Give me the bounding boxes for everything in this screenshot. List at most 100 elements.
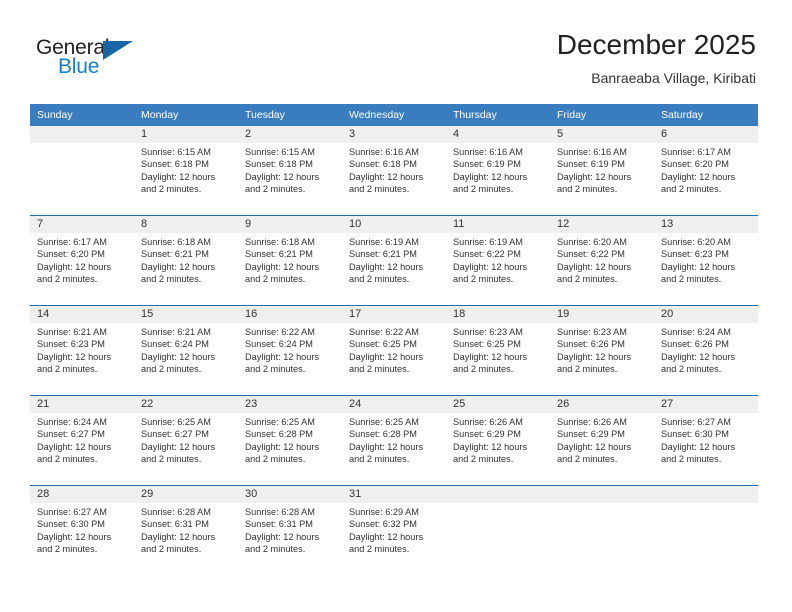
day-events: Sunrise: 6:16 AM Sunset: 6:19 PM Daylight:… [550,143,654,196]
calendar-day-cell[interactable]: 5 Sunrise: 6:16 AM Sunset: 6:19 PM Daylight… [550,126,654,216]
calendar-day-cell[interactable]: 10 Sunrise: 6:19 AM Sunset: 6:21 PM Dayligh… [342,215,446,306]
calendar-day-cell[interactable]: 21 Sunrise: 6:24 AM Sunset: 6:27 PM Dayligh… [30,395,134,486]
calendar-day-cell[interactable]: 2 Sunrise: 6:15 AM Sunset: 6:18 PM Daylight… [238,126,342,216]
sunrise-text: Sunrise: 6:19 AM [453,237,523,247]
calendar-day-cell[interactable]: 11 Sunrise: 6:19 AM Sunset: 6:22 PM Dayligh… [446,215,550,306]
sunset-text: Sunset: 6:18 PM [141,159,209,170]
calendar-day-cell[interactable]: 13 Sunrise: 6:20 AM Sunset: 6:23 PM Dayligh… [654,215,758,306]
day-events: Sunrise: 6:20 AM Sunset: 6:22 PM Daylight:… [550,233,654,286]
calendar-day-cell[interactable]: 9 Sunrise: 6:18 AM Sunset: 6:21 PM Daylight… [238,215,342,306]
calendar-day-cell[interactable]: 26 Sunrise: 6:26 AM Sunset: 6:29 PM Dayligh… [550,395,654,486]
day-cell-inner: 13 Sunrise: 6:20 AM Sunset: 6:23 PM Dayligh… [654,216,758,305]
calendar-day-cell[interactable]: 17 Sunrise: 6:22 AM Sunset: 6:25 PM Dayligh… [342,305,446,396]
daylight-text-line1: Daylight: 12 hours [349,531,424,542]
day-number [654,486,758,503]
calendar-day-cell[interactable]: 8 Sunrise: 6:18 AM Sunset: 6:21 PM Daylight… [134,215,238,306]
calendar-day-cell[interactable]: 27 Sunrise: 6:27 AM Sunset: 6:30 PM Dayligh… [654,395,758,486]
page-subtitle: Banraeaba Village, Kiribati [591,70,756,86]
sunrise-text: Sunrise: 6:20 AM [661,237,731,247]
sunset-text: Sunset: 6:25 PM [349,339,417,350]
calendar-day-cell[interactable]: 18 Sunrise: 6:23 AM Sunset: 6:25 PM Dayligh… [446,305,550,396]
sunrise-text: Sunrise: 6:21 AM [141,327,211,337]
calendar-day-cell[interactable]: 25 Sunrise: 6:26 AM Sunset: 6:29 PM Dayligh… [446,395,550,486]
daylight-text-line2: and 2 minutes. [661,274,722,285]
day-number: 19 [550,306,654,323]
day-number: 1 [134,126,238,143]
daylight-text-line1: Daylight: 12 hours [453,441,528,452]
day-cell-inner: 4 Sunrise: 6:16 AM Sunset: 6:19 PM Daylight… [446,126,550,215]
day-number: 17 [342,306,446,323]
daylight-text-line2: and 2 minutes. [557,454,618,465]
day-number: 28 [30,486,134,503]
calendar-day-cell[interactable]: 29 Sunrise: 6:28 AM Sunset: 6:31 PM Dayligh… [134,485,238,575]
day-number: 20 [654,306,758,323]
day-number: 15 [134,306,238,323]
calendar-day-cell[interactable]: 1 Sunrise: 6:15 AM Sunset: 6:18 PM Daylight… [134,126,238,216]
calendar-day-cell[interactable]: 22 Sunrise: 6:25 AM Sunset: 6:27 PM Dayligh… [134,395,238,486]
day-cell-inner: 24 Sunrise: 6:25 AM Sunset: 6:28 PM Dayligh… [342,396,446,485]
sunset-text: Sunset: 6:26 PM [557,339,625,350]
calendar-day-cell[interactable]: 28 Sunrise: 6:27 AM Sunset: 6:30 PM Dayligh… [30,485,134,575]
calendar-day-cell[interactable]: 20 Sunrise: 6:24 AM Sunset: 6:26 PM Dayligh… [654,305,758,396]
calendar-day-cell[interactable]: 12 Sunrise: 6:20 AM Sunset: 6:22 PM Dayligh… [550,215,654,306]
calendar-day-cell[interactable]: 30 Sunrise: 6:28 AM Sunset: 6:31 PM Dayligh… [238,485,342,575]
calendar-day-cell[interactable]: 15 Sunrise: 6:21 AM Sunset: 6:24 PM Dayligh… [134,305,238,396]
day-events: Sunrise: 6:23 AM Sunset: 6:25 PM Daylight:… [446,323,550,376]
calendar-day-cell[interactable]: 7 Sunrise: 6:17 AM Sunset: 6:20 PM Daylight… [30,215,134,306]
daylight-text-line2: and 2 minutes. [661,184,722,195]
day-events: Sunrise: 6:16 AM Sunset: 6:19 PM Daylight:… [446,143,550,196]
sunrise-text: Sunrise: 6:28 AM [141,507,211,517]
sunset-text: Sunset: 6:18 PM [349,159,417,170]
day-number [30,126,134,143]
calendar-day-cell[interactable]: 4 Sunrise: 6:16 AM Sunset: 6:19 PM Daylight… [446,126,550,216]
calendar-body: 1 Sunrise: 6:15 AM Sunset: 6:18 PM Daylight… [30,126,758,575]
daylight-text-line2: and 2 minutes. [37,274,98,285]
weekday-header-friday: Friday [550,104,654,126]
day-number: 4 [446,126,550,143]
calendar-table: Sunday Monday Tuesday Wednesday Thursday Frid… [30,104,758,575]
sunset-text: Sunset: 6:22 PM [557,249,625,260]
day-events: Sunrise: 6:28 AM Sunset: 6:31 PM Daylight:… [134,503,238,556]
day-number: 30 [238,486,342,503]
calendar-day-cell[interactable]: 16 Sunrise: 6:22 AM Sunset: 6:24 PM Dayligh… [238,305,342,396]
calendar-day-cell-empty [30,126,134,216]
general-blue-logo[interactable]: General Blue [36,36,166,84]
day-cell-inner: 10 Sunrise: 6:19 AM Sunset: 6:21 PM Dayligh… [342,216,446,305]
calendar-week-row: 14 Sunrise: 6:21 AM Sunset: 6:23 PM Dayligh… [30,305,758,396]
day-events: Sunrise: 6:27 AM Sunset: 6:30 PM Daylight:… [654,413,758,466]
day-events: Sunrise: 6:18 AM Sunset: 6:21 PM Daylight:… [134,233,238,286]
weekday-header-wednesday: Wednesday [342,104,446,126]
daylight-text-line2: and 2 minutes. [245,364,306,375]
sunset-text: Sunset: 6:20 PM [661,159,729,170]
calendar-day-cell[interactable]: 14 Sunrise: 6:21 AM Sunset: 6:23 PM Dayligh… [30,305,134,396]
day-events: Sunrise: 6:19 AM Sunset: 6:22 PM Daylight:… [446,233,550,286]
daylight-text-line1: Daylight: 12 hours [349,261,424,272]
weekday-header-thursday: Thursday [446,104,550,126]
day-number: 9 [238,216,342,233]
calendar-day-cell[interactable]: 31 Sunrise: 6:29 AM Sunset: 6:32 PM Dayligh… [342,485,446,575]
day-number: 11 [446,216,550,233]
day-events: Sunrise: 6:15 AM Sunset: 6:18 PM Daylight:… [134,143,238,196]
calendar-day-cell[interactable]: 24 Sunrise: 6:25 AM Sunset: 6:28 PM Dayligh… [342,395,446,486]
day-events: Sunrise: 6:23 AM Sunset: 6:26 PM Daylight:… [550,323,654,376]
calendar-week-row: 21 Sunrise: 6:24 AM Sunset: 6:27 PM Dayligh… [30,395,758,486]
daylight-text-line2: and 2 minutes. [37,454,98,465]
day-cell-inner: 3 Sunrise: 6:16 AM Sunset: 6:18 PM Daylight… [342,126,446,215]
calendar-day-cell[interactable]: 19 Sunrise: 6:23 AM Sunset: 6:26 PM Dayligh… [550,305,654,396]
daylight-text-line2: and 2 minutes. [661,454,722,465]
sunrise-text: Sunrise: 6:22 AM [245,327,315,337]
sunset-text: Sunset: 6:27 PM [141,429,209,440]
calendar-day-cell[interactable]: 23 Sunrise: 6:25 AM Sunset: 6:28 PM Dayligh… [238,395,342,486]
daylight-text-line2: and 2 minutes. [141,364,202,375]
daylight-text-line2: and 2 minutes. [557,364,618,375]
calendar-day-cell[interactable]: 3 Sunrise: 6:16 AM Sunset: 6:18 PM Daylight… [342,126,446,216]
day-events: Sunrise: 6:24 AM Sunset: 6:27 PM Daylight:… [30,413,134,466]
sunset-text: Sunset: 6:22 PM [453,249,521,260]
daylight-text-line2: and 2 minutes. [245,274,306,285]
day-cell-inner: 1 Sunrise: 6:15 AM Sunset: 6:18 PM Daylight… [134,126,238,215]
day-cell-inner: 5 Sunrise: 6:16 AM Sunset: 6:19 PM Daylight… [550,126,654,215]
calendar-day-cell[interactable]: 6 Sunrise: 6:17 AM Sunset: 6:20 PM Daylight… [654,126,758,216]
sunrise-text: Sunrise: 6:23 AM [557,327,627,337]
sunset-text: Sunset: 6:20 PM [37,249,105,260]
sunset-text: Sunset: 6:21 PM [349,249,417,260]
